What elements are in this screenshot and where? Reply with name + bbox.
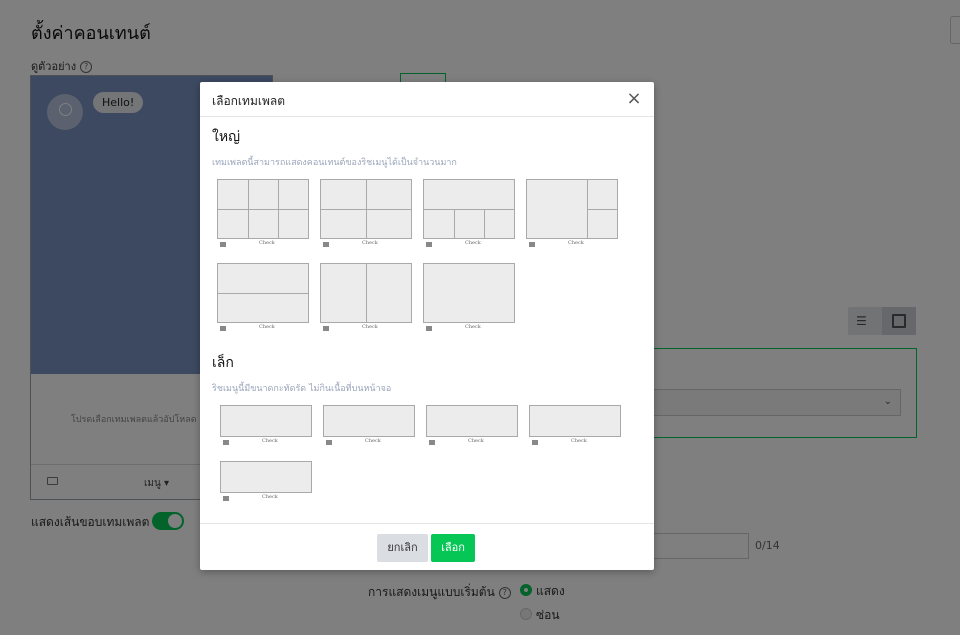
modal-footer: ยกเลิก เลือก [200, 523, 654, 570]
close-icon[interactable]: × [624, 89, 644, 109]
template-footer-text: Check [465, 240, 481, 246]
template-preview [217, 179, 309, 239]
template-footer: Check [426, 438, 518, 449]
template-footer: Check [529, 438, 621, 449]
template-footer: Check [220, 494, 312, 505]
modal-body: ใหญ่ เทมเพลตนี้สามารถแสดงคอนเทนต์ของริชเ… [200, 118, 654, 523]
template-small-1[interactable]: Check [220, 461, 312, 505]
template-footer: Check [423, 324, 515, 335]
template-large-2-cols[interactable]: Check [320, 263, 412, 335]
template-preview [423, 179, 515, 239]
template-preview [217, 263, 309, 323]
template-footer: Check [323, 438, 415, 449]
template-footer-text: Check [568, 240, 584, 246]
template-large-4[interactable]: Check [320, 179, 412, 251]
template-preview [320, 179, 412, 239]
template-small-1-2[interactable]: Check [323, 405, 415, 449]
select-template-modal: เลือกเทมเพลต × ใหญ่ เทมเพลตนี้สามารถแสดง… [200, 82, 654, 570]
template-footer-text: Check [468, 438, 484, 444]
template-preview [529, 405, 621, 437]
small-section-title: เล็ก [212, 355, 234, 371]
template-footer: Check [526, 240, 618, 251]
template-footer-text: Check [362, 240, 378, 246]
template-large-big-left-2-right[interactable]: Check [526, 179, 618, 251]
template-preview [323, 405, 415, 437]
template-large-2-rows[interactable]: Check [217, 263, 309, 335]
small-section-description: ริชเมนูนี้มีขนาดกะทัดรัด ไม่กินเนื้อที่บ… [212, 384, 392, 394]
template-preview [426, 405, 518, 437]
cancel-button[interactable]: ยกเลิก [377, 534, 428, 562]
template-footer-text: Check [365, 438, 381, 444]
template-footer: Check [220, 438, 312, 449]
template-large-6[interactable]: Check [217, 179, 309, 251]
template-footer-text: Check [262, 438, 278, 444]
template-footer: Check [217, 240, 309, 251]
template-preview [320, 263, 412, 323]
modal-header: เลือกเทมเพลต × [200, 82, 654, 117]
template-footer: Check [217, 324, 309, 335]
template-footer: Check [423, 240, 515, 251]
template-small-2-1[interactable]: Check [426, 405, 518, 449]
template-small-3[interactable]: Check [220, 405, 312, 449]
template-footer-text: Check [465, 324, 481, 330]
template-footer-text: Check [362, 324, 378, 330]
template-small-2[interactable]: Check [529, 405, 621, 449]
template-preview [526, 179, 618, 239]
template-footer-text: Check [259, 324, 275, 330]
template-preview [220, 405, 312, 437]
template-footer: Check [320, 240, 412, 251]
large-section-description: เทมเพลตนี้สามารถแสดงคอนเทนต์ของริชเมนูได… [212, 158, 457, 168]
template-large-1-3[interactable]: Check [423, 179, 515, 251]
large-section-title: ใหญ่ [212, 129, 240, 145]
select-button[interactable]: เลือก [431, 534, 475, 562]
template-large-1[interactable]: Check [423, 263, 515, 335]
template-footer-text: Check [571, 438, 587, 444]
template-footer: Check [320, 324, 412, 335]
template-footer-text: Check [262, 494, 278, 500]
modal-title: เลือกเทมเพลต [212, 94, 286, 108]
template-preview [220, 461, 312, 493]
template-footer-text: Check [259, 240, 275, 246]
template-preview [423, 263, 515, 323]
